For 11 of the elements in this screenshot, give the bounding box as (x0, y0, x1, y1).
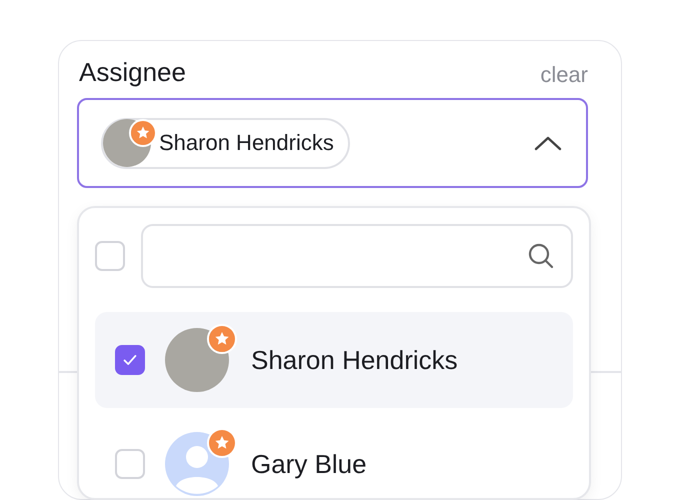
assignee-select[interactable]: Sharon Hendricks (77, 98, 588, 188)
checkbox[interactable] (115, 345, 145, 375)
search-icon (527, 242, 555, 270)
search-field[interactable] (141, 224, 573, 288)
option-name: Sharon Hendricks (251, 344, 458, 376)
option-row[interactable]: Gary Blue (95, 416, 573, 500)
chip-name: Sharon Hendricks (159, 130, 334, 156)
option-row[interactable]: Sharon Hendricks (95, 312, 573, 408)
chevron-up-icon[interactable] (534, 135, 562, 151)
field-label: Assignee (79, 56, 186, 88)
option-name: Gary Blue (251, 448, 367, 480)
